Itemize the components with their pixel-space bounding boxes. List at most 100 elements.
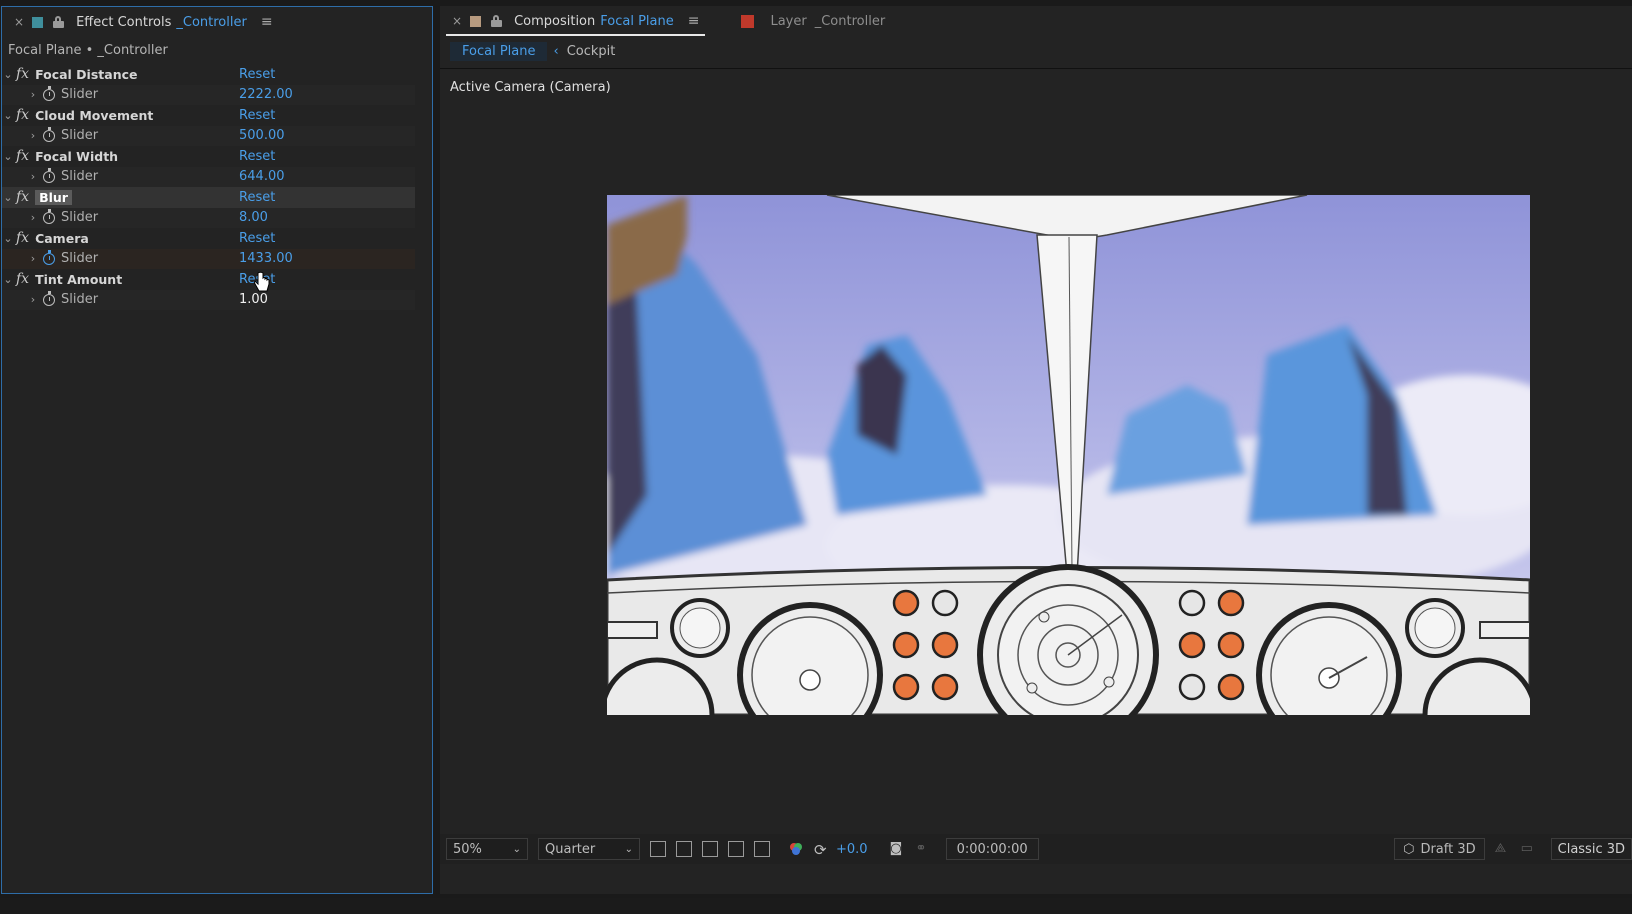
property-name: Slider [61, 251, 99, 267]
close-icon[interactable]: × [452, 14, 462, 28]
chevron-right-icon[interactable]: › [27, 170, 39, 183]
3d-ground-plane-icon[interactable]: ⟁ [1495, 841, 1511, 857]
property-row[interactable]: › Slider 1433.00 [2, 248, 415, 269]
mask-path-icon[interactable] [702, 841, 718, 857]
reset-link[interactable]: Reset [239, 108, 275, 123]
property-name: Slider [61, 292, 99, 308]
reset-link[interactable]: Reset [239, 231, 275, 246]
stopwatch-icon[interactable] [43, 167, 55, 183]
panel-menu-icon[interactable]: ≡ [261, 14, 273, 30]
tab-title: Layer [770, 13, 807, 29]
chevron-down-icon[interactable]: ⌄ [2, 191, 14, 204]
stopwatch-icon[interactable] [43, 126, 55, 142]
extended-viewer-icon[interactable]: ▭ [1521, 841, 1537, 857]
fx-icon[interactable]: fx [16, 189, 29, 205]
effect-row[interactable]: ⌄ fx Cloud Movement Reset [2, 105, 415, 126]
stopwatch-icon[interactable] [43, 208, 55, 224]
renderer-label: Classic 3D [1557, 841, 1625, 857]
property-row[interactable]: › Slider 1.00 [2, 289, 415, 310]
reset-link[interactable]: Reset [239, 67, 275, 82]
chevron-right-icon[interactable]: › [27, 211, 39, 224]
color-channels-icon[interactable] [788, 841, 804, 857]
active-camera-label: Active Camera (Camera) [450, 80, 611, 95]
draft-3d-icon: ⬡ [1403, 841, 1415, 857]
chevron-down-icon: ⌄ [512, 843, 521, 855]
viewer-toolbar: 50% ⌄ Quarter ⌄ ⟳ +0.0 ◙ ⚭ 0:00:00:00 ⬡ … [440, 834, 1632, 864]
resolution-dropdown[interactable]: Quarter ⌄ [538, 838, 640, 860]
snapshot-camera-icon[interactable]: ◙ [890, 841, 906, 857]
composition-panel: × Composition Focal Plane ≡ Layer _Contr… [440, 6, 1632, 894]
fx-icon[interactable]: fx [16, 230, 29, 246]
zoom-dropdown[interactable]: 50% ⌄ [446, 838, 528, 860]
zoom-value: 50% [453, 841, 482, 857]
property-row[interactable]: › Slider 500.00 [2, 125, 415, 146]
effect-row[interactable]: ⌄ fx Blur Reset [2, 187, 415, 208]
effect-name: Tint Amount [35, 271, 123, 287]
resolution-value: Quarter [545, 841, 596, 857]
timecode-field[interactable]: 0:00:00:00 [945, 838, 1039, 860]
chevron-right-icon[interactable]: › [27, 88, 39, 101]
effect-row[interactable]: ⌄ fx Focal Distance Reset [2, 64, 415, 85]
renderer-button[interactable]: Classic 3D [1550, 838, 1632, 860]
panel-menu-icon[interactable]: ≡ [688, 13, 700, 29]
fx-icon[interactable]: fx [16, 148, 29, 164]
chevron-down-icon[interactable]: ⌄ [2, 232, 14, 245]
active-tab-indicator [446, 34, 706, 36]
close-icon[interactable]: × [14, 15, 24, 29]
effect-name: Cloud Movement [35, 107, 154, 123]
breadcrumb: Focal Plane • _Controller [8, 43, 168, 58]
effect-controls-panel: × Effect Controls _Controller ≡ Focal Pl… [1, 6, 433, 894]
transparency-grid-icon[interactable] [676, 841, 692, 857]
exposure-value[interactable]: +0.0 [836, 842, 868, 857]
draft-3d-toggle[interactable]: ⬡ Draft 3D [1394, 838, 1485, 860]
stopwatch-icon[interactable] [43, 85, 55, 101]
effect-row[interactable]: ⌄ fx Tint Amount Reset [2, 269, 415, 290]
reset-link[interactable]: Reset [239, 149, 275, 164]
chevron-down-icon[interactable]: ⌄ [2, 68, 14, 81]
property-name: Slider [61, 128, 99, 144]
stopwatch-icon[interactable] [43, 290, 55, 306]
panel-color-swatch [32, 16, 44, 28]
effects-list: ⌄ fx Focal Distance Reset › Slider 2222.… [2, 64, 415, 310]
lock-icon[interactable] [491, 15, 503, 27]
reset-exposure-icon[interactable]: ⟳ [814, 841, 830, 859]
tab-effect-controls[interactable]: × Effect Controls _Controller ≡ [2, 7, 273, 37]
tab-title: Effect Controls [76, 14, 172, 30]
effect-name: Blur [35, 189, 72, 205]
property-value[interactable]: 8.00 [239, 210, 268, 225]
property-row[interactable]: › Slider 8.00 [2, 207, 415, 228]
effect-name: Focal Distance [35, 66, 138, 82]
show-snapshot-icon[interactable]: ⚭ [916, 841, 932, 857]
lock-icon[interactable] [53, 16, 65, 28]
chevron-right-icon[interactable]: › [27, 293, 39, 306]
view-breadcrumb: Focal Plane ‹ Cockpit [450, 42, 627, 61]
fx-icon[interactable]: fx [16, 271, 29, 287]
chevron-right-icon[interactable]: › [27, 252, 39, 265]
chevron-down-icon: ⌄ [624, 843, 633, 855]
chevron-right-icon[interactable]: › [27, 129, 39, 142]
tab-composition[interactable]: × Composition Focal Plane ≡ [440, 6, 706, 36]
chevron-down-icon[interactable]: ⌄ [2, 150, 14, 163]
effect-row[interactable]: ⌄ fx Focal Width Reset [2, 146, 415, 167]
reset-link[interactable]: Reset [239, 190, 275, 205]
timecode-value: 0:00:00:00 [956, 841, 1028, 857]
grid-guides-icon[interactable] [754, 841, 770, 857]
property-value[interactable]: 644.00 [239, 169, 285, 184]
composition-viewer[interactable] [607, 195, 1530, 715]
fx-icon[interactable]: fx [16, 66, 29, 82]
property-row[interactable]: › Slider 644.00 [2, 166, 415, 187]
fast-preview-icon[interactable] [650, 841, 666, 857]
region-of-interest-icon[interactable] [728, 841, 744, 857]
stopwatch-icon[interactable] [43, 249, 55, 265]
property-value[interactable]: 500.00 [239, 128, 285, 143]
property-value[interactable]: 2222.00 [239, 87, 293, 102]
effect-row[interactable]: ⌄ fx Camera Reset [2, 228, 415, 249]
view-tab-focal-plane[interactable]: Focal Plane [450, 42, 548, 61]
chevron-down-icon[interactable]: ⌄ [2, 273, 14, 286]
property-row[interactable]: › Slider 2222.00 [2, 84, 415, 105]
chevron-down-icon[interactable]: ⌄ [2, 109, 14, 122]
tab-layer[interactable]: Layer _Controller [741, 6, 885, 36]
view-tab-cockpit[interactable]: Cockpit [565, 42, 628, 61]
fx-icon[interactable]: fx [16, 107, 29, 123]
property-value[interactable]: 1433.00 [239, 251, 293, 266]
